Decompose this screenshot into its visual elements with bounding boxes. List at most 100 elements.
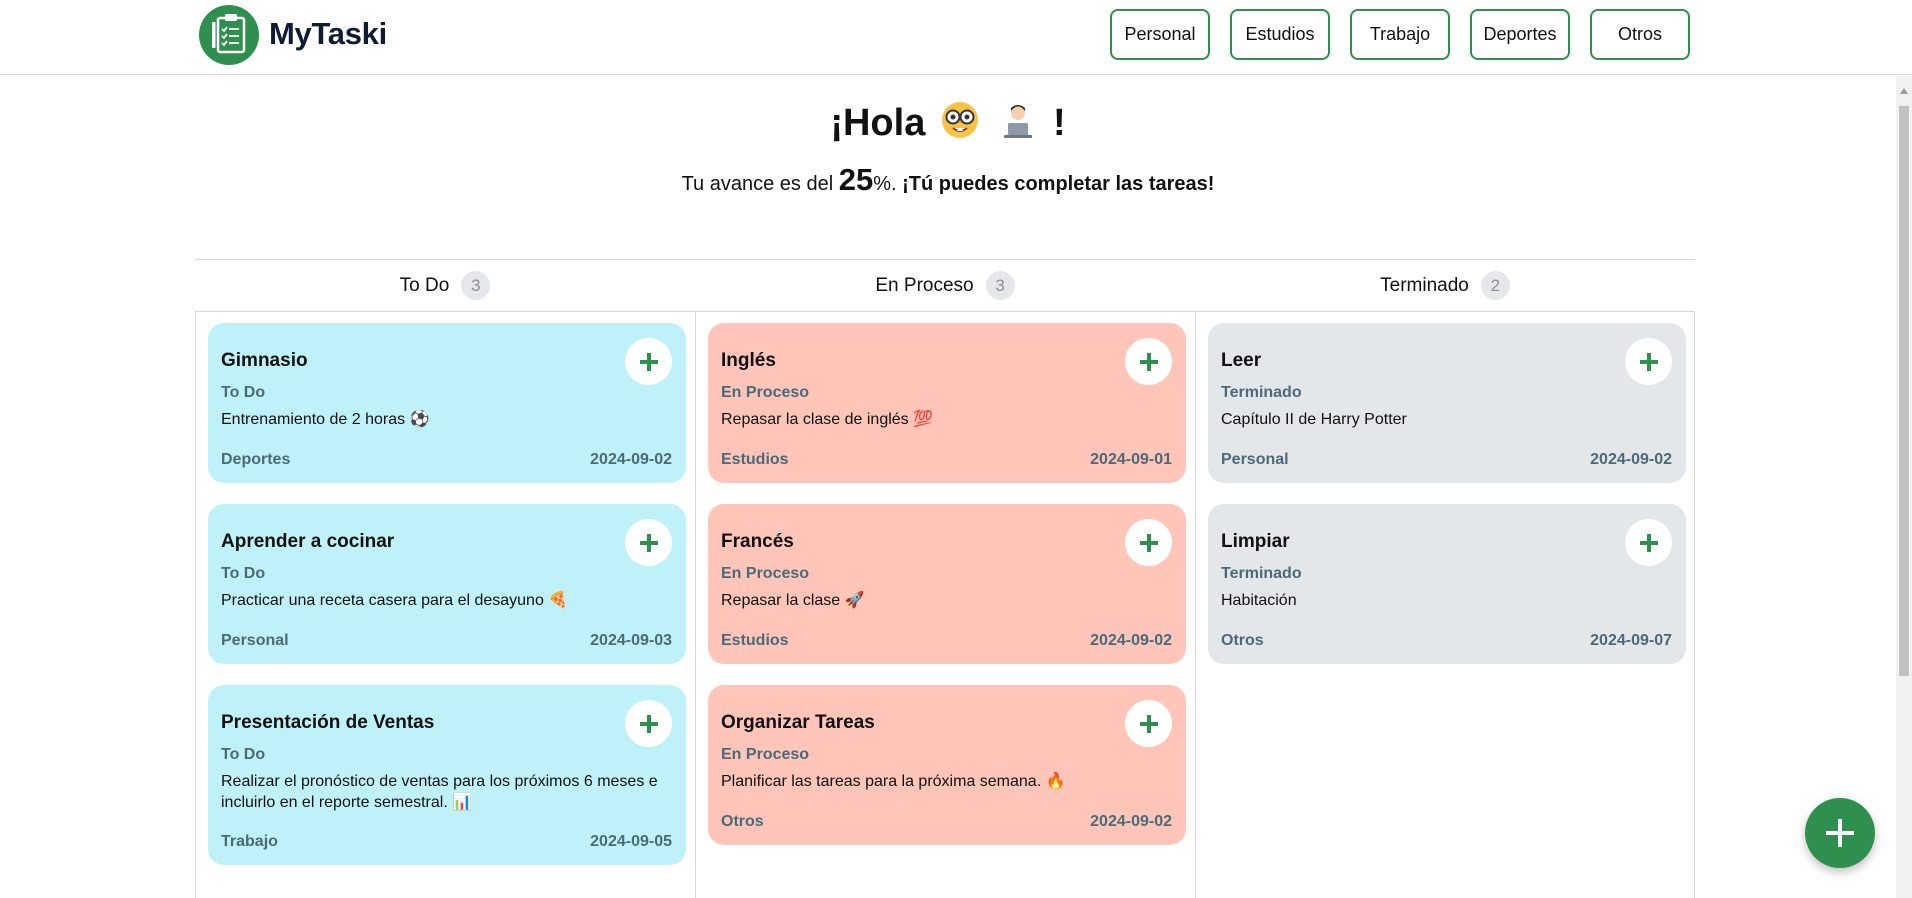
task-status: En Proceso [721, 384, 810, 401]
task-add-button[interactable] [1625, 338, 1672, 385]
task-date: 2024-09-02 [1590, 451, 1672, 468]
progress-text: Tu avance es del 25%. ¡Tú puedes complet… [0, 162, 1896, 198]
task-status: En Proceso [721, 565, 810, 582]
column-count-badge: 3 [985, 271, 1015, 300]
task-description: Entrenamiento de 2 horas ⚽ [221, 411, 430, 428]
task-date: 2024-09-01 [1090, 451, 1172, 468]
progress-percent: 25 [838, 162, 874, 197]
task-description: Planificar las tareas para la próxima se… [721, 773, 1066, 790]
plus-icon [1139, 352, 1158, 371]
task-description: Habitación [1221, 592, 1297, 609]
plus-icon [1639, 533, 1658, 552]
nav-otros-button[interactable]: Otros [1590, 9, 1690, 60]
add-task-fab-button[interactable] [1805, 798, 1875, 868]
task-category: Trabajo [221, 833, 278, 850]
column-body: Inglés En Proceso Repasar la clase de in… [695, 312, 1195, 898]
plus-icon [1139, 714, 1158, 733]
task-date: 2024-09-02 [1090, 813, 1172, 830]
task-category: Estudios [721, 451, 789, 468]
task-add-button[interactable] [1125, 519, 1172, 566]
task-card[interactable]: Inglés En Proceso Repasar la clase de in… [708, 323, 1186, 483]
task-category: Personal [1221, 451, 1289, 468]
column-en-proceso: En Proceso 3 Inglés En Proceso Repasar l… [695, 260, 1195, 898]
nav-personal-button[interactable]: Personal [1110, 9, 1210, 60]
column-body: Leer Terminado Capítulo II de Harry Pott… [1195, 312, 1695, 898]
nav-deportes-button[interactable]: Deportes [1470, 9, 1570, 60]
task-category: Otros [1221, 632, 1264, 649]
task-status: To Do [221, 746, 266, 763]
progress-suffix: %. [873, 173, 897, 195]
nav-trabajo-button[interactable]: Trabajo [1350, 9, 1450, 60]
task-status: Terminado [1221, 565, 1302, 582]
task-title: Limpiar [1221, 531, 1290, 552]
column-count-badge: 3 [461, 271, 491, 300]
scrollbar-thumb[interactable] [1899, 106, 1909, 676]
progress-prefix: Tu avance es del [681, 173, 834, 195]
task-card[interactable]: Aprender a cocinar To Do Practicar una r… [208, 504, 686, 664]
task-title: Inglés [721, 350, 776, 371]
task-add-button[interactable] [1125, 338, 1172, 385]
column-terminado: Terminado 2 Leer Terminado Capítulo II d… [1195, 260, 1695, 898]
column-title: Terminado [1380, 274, 1469, 296]
plus-icon [1139, 533, 1158, 552]
task-card[interactable]: Limpiar Terminado Habitación Otros 2024-… [1208, 504, 1686, 664]
task-card[interactable]: Leer Terminado Capítulo II de Harry Pott… [1208, 323, 1686, 483]
task-add-button[interactable] [625, 700, 672, 747]
column-title: En Proceso [875, 274, 974, 296]
clipboard-checklist-logo-icon[interactable] [199, 5, 259, 65]
task-category: Estudios [721, 632, 789, 649]
task-description: Repasar la clase 🚀 [721, 592, 865, 609]
task-status: En Proceso [721, 746, 810, 763]
column-title: To Do [399, 274, 450, 296]
task-status: Terminado [1221, 384, 1302, 401]
page-scrollbar[interactable] [1896, 76, 1912, 898]
task-card[interactable]: Gimnasio To Do Entrenamiento de 2 horas … [208, 323, 686, 483]
plus-icon [639, 352, 658, 371]
brand-name[interactable]: MyTaski [269, 16, 387, 52]
column-count-badge: 2 [1480, 271, 1510, 300]
task-add-button[interactable] [1125, 700, 1172, 747]
task-description: Capítulo II de Harry Potter [1221, 411, 1407, 428]
greeting-exclaim: ! [1053, 102, 1066, 145]
column-body: Gimnasio To Do Entrenamiento de 2 horas … [195, 312, 695, 898]
column-header: To Do 3 [195, 260, 695, 312]
column-header: En Proceso 3 [695, 260, 1195, 312]
task-description: Repasar la clase de inglés 💯 [721, 411, 934, 428]
plus-icon [1639, 352, 1658, 371]
task-add-button[interactable] [1625, 519, 1672, 566]
nerd-face-icon [940, 100, 980, 150]
task-category: Personal [221, 632, 289, 649]
task-card[interactable]: Organizar Tareas En Proceso Planificar l… [708, 685, 1186, 845]
task-category: Otros [721, 813, 764, 830]
column-todo: To Do 3 Gimnasio To Do Entrenamiento de … [195, 260, 695, 898]
task-date: 2024-09-07 [1590, 632, 1672, 649]
task-title: Presentación de Ventas [221, 712, 435, 733]
task-date: 2024-09-02 [1090, 632, 1172, 649]
plus-icon [639, 533, 658, 552]
task-description: Realizar el pronóstico de ventas para lo… [221, 773, 658, 811]
task-category: Deportes [221, 451, 291, 468]
task-status: To Do [221, 384, 266, 401]
nav-estudios-button[interactable]: Estudios [1230, 9, 1330, 60]
plus-icon [639, 714, 658, 733]
category-nav: Personal Estudios Trabajo Deportes Otros [1110, 9, 1690, 60]
greeting-text: ¡Hola [830, 102, 926, 145]
task-title: Aprender a cocinar [221, 531, 395, 552]
cheer-message: ¡Tú puedes completar las tareas! [902, 173, 1215, 195]
task-status: To Do [221, 565, 266, 582]
task-card[interactable]: Francés En Proceso Repasar la clase 🚀 Es… [708, 504, 1186, 664]
task-date: 2024-09-05 [590, 833, 672, 850]
task-add-button[interactable] [625, 338, 672, 385]
task-title: Leer [1221, 350, 1262, 371]
kanban-board: To Do 3 Gimnasio To Do Entrenamiento de … [195, 259, 1695, 898]
greeting-title: ¡Hola ! [0, 100, 1896, 150]
task-add-button[interactable] [625, 519, 672, 566]
task-title: Gimnasio [221, 350, 308, 371]
task-title: Francés [721, 531, 794, 552]
task-date: 2024-09-03 [590, 632, 672, 649]
column-header: Terminado 2 [1195, 260, 1695, 312]
task-card[interactable]: Presentación de Ventas To Do Realizar el… [208, 685, 686, 865]
scroll-up-arrow-icon[interactable] [1900, 88, 1908, 94]
top-header: MyTaski Personal Estudios Trabajo Deport… [0, 0, 1912, 75]
task-title: Organizar Tareas [721, 712, 875, 733]
